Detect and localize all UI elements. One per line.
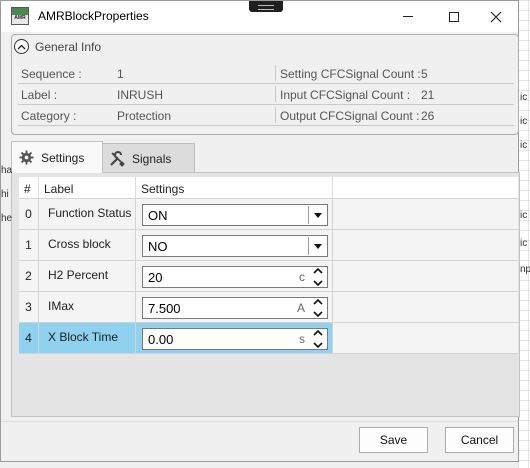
unit-label: A <box>296 301 305 315</box>
background-text: ha <box>1 165 13 176</box>
info-row: Label : INRUSH Input CFCSignal Count : 2… <box>18 84 514 105</box>
input-count-value: 21 <box>421 88 435 102</box>
spinner-arrows[interactable] <box>311 299 325 317</box>
general-info-header[interactable]: General Info <box>14 39 101 54</box>
app-icon: AMR <box>11 7 29 25</box>
collapse-icon[interactable] <box>14 39 29 54</box>
table-row[interactable]: 2 H2 Percent 20 c <box>19 261 518 292</box>
cancel-button[interactable]: Cancel <box>445 427 514 453</box>
gear-icon <box>18 150 34 166</box>
increment-icon[interactable] <box>313 299 323 305</box>
footer-divider <box>1 421 518 422</box>
input-count-label: Input CFCSignal Count : <box>280 88 411 102</box>
column-header-settings[interactable]: Settings <box>136 177 333 198</box>
row-index: 3 <box>19 292 39 322</box>
spinner-value[interactable]: 0.00 <box>148 332 173 347</box>
row-label: H2 Percent <box>39 261 136 291</box>
general-info-panel: General Info Sequence : 1 Setting CFCSig… <box>11 34 519 135</box>
title-bar[interactable]: AMR AMRBlockProperties <box>1 1 518 32</box>
tab-settings[interactable]: Settings <box>11 141 103 173</box>
increment-icon[interactable] <box>313 268 323 274</box>
maximize-button[interactable] <box>431 1 477 32</box>
tools-icon <box>109 150 125 167</box>
save-button[interactable]: Save <box>359 427 428 453</box>
row-index: 0 <box>19 199 39 229</box>
category-value: Protection <box>117 109 172 123</box>
increment-icon[interactable] <box>313 330 323 336</box>
row-label: X Block Time <box>39 323 136 353</box>
row-label: Function Status <box>39 199 136 229</box>
row-index: 1 <box>19 230 39 260</box>
background-text: ic <box>520 140 528 151</box>
row-label: IMax <box>39 292 136 322</box>
x-block-time-spinner[interactable]: 0.00 s <box>142 328 328 350</box>
chevron-down-icon[interactable] <box>308 206 326 224</box>
row-value-cell: 7.500 A <box>136 292 333 322</box>
minimize-icon <box>403 16 413 17</box>
row-index: 2 <box>19 261 39 291</box>
close-button[interactable] <box>473 1 519 32</box>
dropdown-value: NO <box>148 239 168 254</box>
h2-percent-spinner[interactable]: 20 c <box>142 266 328 288</box>
spinner-value[interactable]: 7.500 <box>148 301 181 316</box>
grid-header: # Label Settings <box>19 177 518 199</box>
row-value-cell: ON <box>136 199 333 229</box>
tab-signals-label: Signals <box>132 151 172 166</box>
dropdown-value: ON <box>148 208 168 223</box>
cross-block-dropdown[interactable]: NO <box>142 235 328 257</box>
unit-label: c <box>299 270 305 284</box>
function-status-dropdown[interactable]: ON <box>142 204 328 226</box>
sequence-value: 1 <box>117 67 124 81</box>
background-text: ic <box>520 116 528 127</box>
tab-signals[interactable]: Signals <box>102 143 195 173</box>
window-title: AMRBlockProperties <box>38 9 149 23</box>
close-icon <box>490 11 502 22</box>
minimize-button[interactable] <box>385 1 431 32</box>
row-label: Cross block <box>39 230 136 260</box>
chevron-down-icon[interactable] <box>308 237 326 255</box>
row-value-cell: 0.00 s <box>136 323 333 353</box>
background-text: hi <box>1 189 9 200</box>
table-row[interactable]: 3 IMax 7.500 A <box>19 292 518 323</box>
label-label: Label : <box>21 88 58 102</box>
row-value-cell: NO <box>136 230 333 260</box>
background-text: he <box>1 213 13 224</box>
sequence-label: Sequence : <box>21 67 82 81</box>
info-row: Category : Protection Output CFCSignal C… <box>18 105 514 126</box>
maximize-icon <box>449 11 459 22</box>
decrement-icon[interactable] <box>313 280 323 286</box>
table-row[interactable]: 1 Cross block NO <box>19 230 518 261</box>
drag-grip-icon[interactable] <box>249 1 283 12</box>
row-index: 4 <box>19 323 39 353</box>
decrement-icon[interactable] <box>313 311 323 317</box>
setting-count-value: 5 <box>421 67 428 81</box>
output-count-label: Output CFCSignal Count : <box>280 109 420 123</box>
background-text: ic <box>520 92 528 103</box>
label-value: INRUSH <box>117 88 164 102</box>
imax-spinner[interactable]: 7.500 A <box>142 297 328 319</box>
unit-label: s <box>299 332 305 346</box>
decrement-icon[interactable] <box>313 342 323 348</box>
row-value-cell: 20 c <box>136 261 333 291</box>
tab-settings-label: Settings <box>41 150 85 165</box>
settings-grid: # Label Settings 0 Function Status ON 1 … <box>19 177 518 354</box>
table-row[interactable]: 0 Function Status ON <box>19 199 518 230</box>
background-text: ic <box>520 238 528 249</box>
info-row: Sequence : 1 Setting CFCSignal Count : 5 <box>18 63 514 84</box>
general-info-title: General Info <box>35 39 102 54</box>
spinner-arrows[interactable] <box>311 330 325 348</box>
spinner-value[interactable]: 20 <box>148 270 162 285</box>
spinner-arrows[interactable] <box>311 268 325 286</box>
setting-count-label: Setting CFCSignal Count : <box>280 67 421 81</box>
column-header-label[interactable]: Label <box>39 177 136 198</box>
background-text: np <box>520 264 530 275</box>
category-label: Category : <box>21 109 77 123</box>
output-count-value: 26 <box>421 109 435 123</box>
properties-dialog: AMR AMRBlockProperties General Info Sequ… <box>0 0 520 462</box>
column-header-index[interactable]: # <box>19 177 39 198</box>
background-text: ic <box>520 210 528 221</box>
table-row[interactable]: 4 X Block Time 0.00 s <box>19 323 518 354</box>
